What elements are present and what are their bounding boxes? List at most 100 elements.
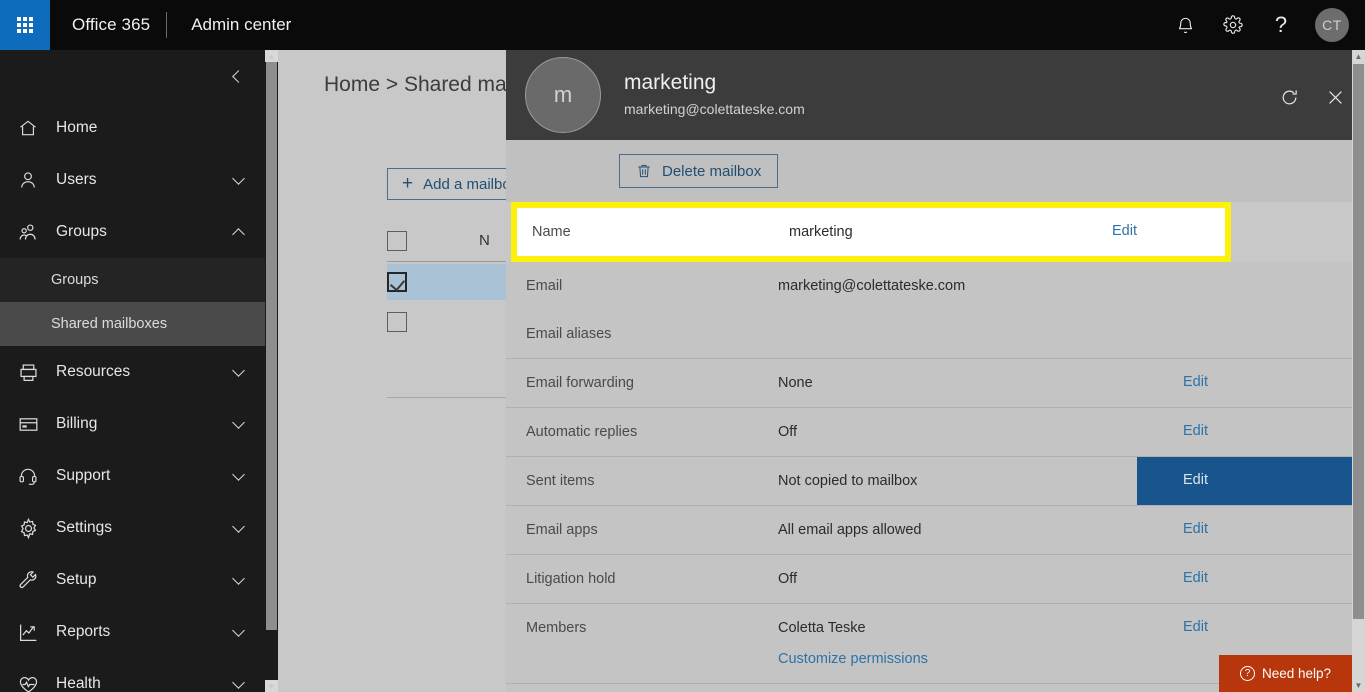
property-row-email[interactable]: Email marketing@colettateske.com: [506, 262, 1365, 310]
property-value: Not copied to mailbox: [778, 473, 918, 489]
mailbox-avatar: m: [525, 57, 601, 133]
question-circle-icon: ?: [1239, 666, 1255, 681]
edit-link-litigation-hold[interactable]: Edit: [1137, 555, 1365, 603]
gear-icon: [18, 516, 48, 540]
customize-permissions-link[interactable]: Customize permissions: [778, 651, 1137, 667]
property-row-email-forwarding[interactable]: Email forwarding None Edit: [506, 359, 1365, 408]
property-label: Email aliases: [526, 326, 612, 342]
sidebar-item-setup[interactable]: Setup: [0, 554, 265, 606]
sidebar-label: Settings: [56, 519, 113, 536]
sidebar-label: Reports: [56, 623, 111, 640]
chevron-down-icon[interactable]: [231, 571, 245, 585]
refresh-icon[interactable]: [1272, 80, 1306, 114]
sidebar-item-users[interactable]: Users: [0, 154, 265, 206]
property-value: Off: [778, 424, 798, 440]
chevron-up-icon[interactable]: [231, 226, 245, 241]
avatar[interactable]: CT: [1315, 8, 1349, 42]
sidebar-collapse-button[interactable]: [0, 50, 265, 102]
property-value: Yes: [758, 684, 1137, 692]
edit-link-email: [1137, 262, 1365, 310]
sidebar-label: Billing: [56, 415, 98, 432]
select-all-checkbox[interactable]: [387, 230, 407, 251]
property-row-automatic-replies[interactable]: Automatic replies Off Edit: [506, 408, 1365, 457]
delete-mailbox-label: Delete mailbox: [662, 162, 762, 180]
name-row-highlight: Name marketing Edit: [511, 202, 1231, 262]
row-checkbox[interactable]: [387, 272, 407, 292]
mailbox-properties-list: Name marketing Edit Email marketing@cole…: [506, 202, 1365, 692]
property-label: Sent items: [526, 473, 595, 489]
property-value: All email apps allowed: [778, 522, 922, 538]
gear-icon[interactable]: [1209, 0, 1257, 50]
sidebar-item-shared-mailboxes[interactable]: Shared mailboxes: [0, 302, 265, 346]
chart-icon: [18, 620, 48, 644]
property-value: marketing@colettateske.com: [778, 278, 966, 294]
property-value: None: [778, 375, 813, 391]
chevron-down-icon[interactable]: [231, 363, 245, 377]
mailbox-detail-panel: m marketing marketing@colettateske.com D…: [506, 50, 1365, 692]
sidebar-scroll-thumb[interactable]: [266, 62, 277, 630]
property-row-email-apps[interactable]: Email apps All email apps allowed Edit: [506, 506, 1365, 555]
property-label: Name: [532, 224, 571, 240]
edit-link-sent-items[interactable]: Edit: [1137, 457, 1365, 505]
edit-link-automatic-replies[interactable]: Edit: [1137, 408, 1365, 456]
chevron-down-icon[interactable]: [231, 623, 245, 637]
panel-toolbar: Delete mailbox: [506, 140, 1365, 202]
property-row-sent-items[interactable]: Sent items Not copied to mailbox Edit: [506, 457, 1365, 506]
page-scroll-thumb[interactable]: [1353, 64, 1364, 619]
sidebar-item-settings[interactable]: Settings: [0, 502, 265, 554]
sidebar-label: Health: [56, 675, 101, 692]
scroll-up-icon[interactable]: ▲: [1352, 50, 1365, 63]
property-label: Email apps: [526, 522, 598, 538]
scroll-down-icon[interactable]: ▼: [1352, 679, 1365, 692]
chevron-down-icon[interactable]: [231, 675, 245, 689]
wrench-icon: [18, 568, 48, 592]
sidebar-item-groups[interactable]: Groups: [0, 206, 265, 258]
sidebar-label: Support: [56, 467, 111, 484]
delete-mailbox-button[interactable]: Delete mailbox: [619, 154, 779, 188]
property-row-litigation-hold[interactable]: Litigation hold Off Edit: [506, 555, 1365, 604]
chevron-down-icon[interactable]: [231, 467, 245, 481]
groups-icon: [18, 220, 48, 244]
chevron-down-icon[interactable]: [231, 171, 245, 185]
sidebar-item-home[interactable]: Home: [0, 102, 265, 154]
app-launcher-icon[interactable]: [0, 0, 50, 50]
suite-bar-actions: ? CT: [1161, 0, 1365, 50]
mailbox-email: marketing@colettateske.com: [624, 101, 805, 117]
close-icon[interactable]: [1318, 80, 1352, 114]
bell-icon[interactable]: [1161, 0, 1209, 50]
resources-icon: [18, 360, 48, 384]
heart-icon: [18, 672, 48, 692]
property-row-name[interactable]: Name marketing Edit: [517, 208, 1225, 256]
sidebar-item-resources[interactable]: Resources: [0, 346, 265, 398]
scroll-down-icon[interactable]: ▼: [265, 680, 278, 692]
property-value: marketing: [789, 224, 853, 240]
property-label: Automatic replies: [526, 424, 638, 440]
sidebar-label: Home: [56, 119, 98, 136]
page-scrollbar[interactable]: ▲ ▼: [1352, 50, 1365, 692]
sidebar-item-billing[interactable]: Billing: [0, 398, 265, 450]
breadcrumb[interactable]: Home > Shared mai: [324, 73, 511, 97]
row-checkbox[interactable]: [387, 312, 407, 332]
edit-link-email-forwarding[interactable]: Edit: [1137, 359, 1365, 407]
sidebar-item-health[interactable]: Health: [0, 658, 265, 692]
sidebar-item-reports[interactable]: Reports: [0, 606, 265, 658]
admin-center-label[interactable]: Admin center: [167, 15, 291, 35]
scroll-up-icon[interactable]: ▲: [265, 50, 278, 62]
property-label: Members: [526, 620, 587, 636]
sidebar-item-support[interactable]: Support: [0, 450, 265, 502]
sidebar-item-groups-sub[interactable]: Groups: [0, 258, 265, 302]
property-label: Show in global address list: [506, 684, 758, 692]
members-value: Coletta Teske: [778, 620, 866, 636]
sidebar-scrollbar[interactable]: ▲ ▼: [265, 50, 278, 692]
need-help-button[interactable]: ? Need help?: [1219, 655, 1352, 692]
chevron-down-icon[interactable]: [231, 519, 245, 533]
chevron-down-icon[interactable]: [231, 415, 245, 429]
property-row-email-aliases[interactable]: Email aliases: [506, 310, 1365, 359]
office-brand[interactable]: Office 365: [50, 15, 166, 35]
add-mailbox-label: Add a mailbo: [423, 175, 511, 193]
question-mark-icon[interactable]: ?: [1257, 0, 1305, 50]
sidebar: Home Users Groups Groups Shared mailboxe…: [0, 50, 265, 692]
chevron-left-icon: [232, 69, 245, 83]
edit-link-name[interactable]: Edit: [1090, 208, 1225, 256]
edit-link-email-apps[interactable]: Edit: [1137, 506, 1365, 554]
